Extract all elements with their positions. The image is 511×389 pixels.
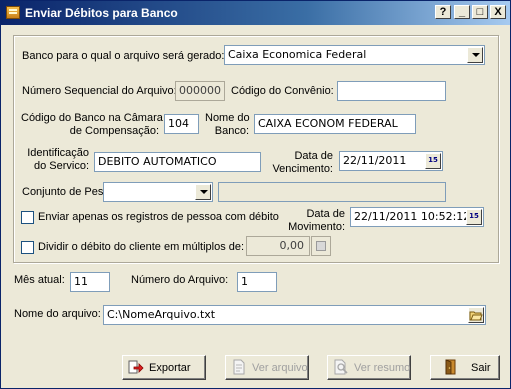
- exportar-label: Exportar: [149, 362, 191, 374]
- dividir-checkbox[interactable]: [21, 241, 34, 254]
- document-icon: [233, 359, 245, 375]
- movimento-label-line1: Data de: [306, 208, 345, 220]
- ver-resumo-label: Ver resumo: [354, 362, 411, 374]
- conjunto-select[interactable]: [103, 182, 213, 202]
- vencimento-value: 22/11/2011: [343, 154, 407, 167]
- mes-atual-label: Mês atual:: [14, 274, 65, 286]
- codigo-banco-field[interactable]: 104: [164, 114, 199, 134]
- chevron-down-icon[interactable]: [467, 47, 483, 63]
- nome-banco-label-line2: Banco:: [214, 125, 249, 137]
- enviar-apenas-label: Enviar apenas os registros de pessoa com…: [38, 211, 279, 223]
- exportar-button[interactable]: Exportar: [122, 355, 206, 380]
- movimento-label-line2: Movimento:: [288, 221, 345, 233]
- enviar-apenas-checkbox[interactable]: [21, 211, 34, 224]
- nome-banco-field[interactable]: CAIXA ECONOM FEDERAL: [254, 114, 416, 134]
- nome-banco-label-line1: Nome do: [205, 112, 250, 124]
- vencimento-label-line1: Data de: [294, 150, 333, 162]
- sair-button[interactable]: Sair: [430, 355, 500, 380]
- calculator-icon[interactable]: [311, 236, 331, 256]
- ver-arquivo-button[interactable]: Ver arquivo: [225, 355, 309, 380]
- identificacao-label-line2: do Servico:: [33, 160, 89, 172]
- vencimento-label-line2: Vencimento:: [272, 163, 333, 175]
- identificacao-field[interactable]: DEBITO AUTOMATICO: [94, 152, 261, 172]
- sequencial-field: 000000: [175, 81, 225, 101]
- maximize-button[interactable]: □: [472, 5, 488, 19]
- nome-arquivo-label: Nome do arquivo:: [14, 308, 101, 320]
- numero-arquivo-label: Número do Arquivo:: [131, 274, 229, 286]
- codigo-banco-label-line1: Código do Banco na Câmara: [21, 112, 163, 124]
- chevron-down-icon[interactable]: [195, 184, 211, 200]
- movimento-value: 22/11/2011 10:52:12: [354, 210, 471, 223]
- calendar-icon[interactable]: 15: [466, 209, 482, 225]
- banco-select[interactable]: Caixa Economica Federal: [224, 45, 485, 65]
- vencimento-date-field[interactable]: 22/11/2011 15: [339, 151, 443, 171]
- help-button[interactable]: ?: [435, 5, 451, 19]
- ver-resumo-button[interactable]: Ver resumo: [327, 355, 411, 380]
- minimize-button[interactable]: _: [454, 5, 470, 19]
- close-button[interactable]: X: [490, 5, 506, 19]
- exit-door-icon: [445, 359, 456, 375]
- magnifier-icon: [334, 359, 348, 375]
- mes-atual-field[interactable]: 11: [70, 272, 110, 292]
- banco-select-value: Caixa Economica Federal: [228, 48, 367, 61]
- folder-icon: [6, 6, 20, 19]
- codigo-banco-label-line2: de Compensação:: [69, 125, 159, 137]
- dialog-window: Enviar Débitos para Banco ? _ □ X Banco …: [0, 0, 511, 389]
- convenio-label: Código do Convênio:: [231, 85, 334, 97]
- dividir-value-field: 0,00: [246, 236, 310, 256]
- dividir-label: Dividir o débito do cliente em múltiplos…: [38, 241, 245, 253]
- export-arrow-icon: [128, 360, 144, 374]
- title-bar[interactable]: Enviar Débitos para Banco ? _ □ X: [1, 1, 510, 25]
- sequencial-label: Número Sequencial do Arquivo:: [22, 85, 177, 97]
- convenio-field[interactable]: [337, 81, 446, 101]
- nome-arquivo-value: C:\NomeArquivo.txt: [107, 308, 216, 321]
- movimento-datetime-field[interactable]: 22/11/2011 10:52:12 15: [350, 207, 484, 227]
- ver-arquivo-label: Ver arquivo: [252, 362, 308, 374]
- open-folder-icon[interactable]: [468, 307, 484, 323]
- sair-label: Sair: [471, 362, 491, 374]
- numero-arquivo-field[interactable]: 1: [237, 272, 277, 292]
- window-title: Enviar Débitos para Banco: [25, 6, 178, 20]
- conjunto-description-field: [218, 182, 446, 202]
- banco-label: Banco para o qual o arquivo será gerado:: [22, 50, 225, 62]
- identificacao-label-line1: Identificação: [27, 147, 89, 159]
- nome-arquivo-field[interactable]: C:\NomeArquivo.txt: [103, 305, 486, 325]
- calendar-icon[interactable]: 15: [425, 153, 441, 169]
